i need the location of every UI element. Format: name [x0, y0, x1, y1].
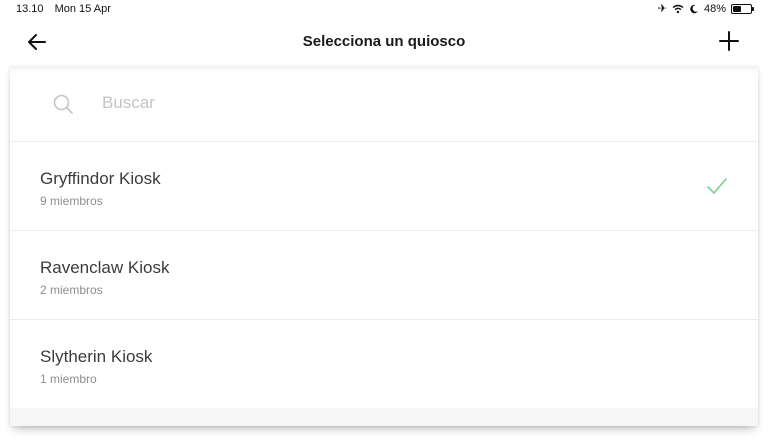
search-icon	[53, 94, 73, 114]
search-bar	[10, 66, 758, 142]
kiosk-name: Gryffindor Kiosk	[40, 169, 161, 188]
list-item-gryffindor[interactable]: Gryffindor Kiosk 9 miembros	[10, 143, 758, 231]
kiosk-member-count: 2 miembros	[40, 283, 103, 297]
kiosk-member-count: 1 miembro	[40, 372, 97, 386]
status-date: Mon 15 Apr	[54, 3, 111, 15]
moon-icon	[690, 4, 699, 14]
airplane-icon: ✈	[657, 3, 667, 15]
battery-icon	[731, 4, 754, 14]
kiosk-member-count: 9 miembros	[40, 194, 103, 208]
plus-icon[interactable]	[718, 30, 740, 52]
page-title: Selecciona un quiosco	[302, 33, 466, 50]
list-item-ravenclaw[interactable]: Ravenclaw Kiosk 2 miembros	[10, 232, 758, 320]
status-right: ✈ 48%	[657, 2, 754, 16]
status-left: 13.10 Mon 15 Apr	[16, 3, 111, 15]
checkmark-icon	[707, 178, 727, 194]
list-item-slytherin[interactable]: Slytherin Kiosk 1 miembro	[10, 321, 758, 409]
kiosk-name: Ravenclaw Kiosk	[40, 258, 170, 277]
battery-percent: 48%	[703, 3, 726, 15]
status-time: 13.10	[16, 3, 44, 15]
kiosk-list-panel: Gryffindor Kiosk 9 miembros Ravenclaw Ki…	[10, 66, 758, 426]
list-footer	[10, 408, 758, 426]
search-input[interactable]	[102, 90, 502, 116]
wifi-icon	[672, 4, 684, 14]
nav-bar: Selecciona un quiosco	[0, 18, 768, 66]
kiosk-name: Slytherin Kiosk	[40, 347, 153, 366]
battery-level	[733, 6, 741, 12]
status-bar: 13.10 Mon 15 Apr ✈ 48%	[0, 0, 768, 18]
screen: 13.10 Mon 15 Apr ✈ 48% Selecciona un qui…	[0, 0, 768, 445]
